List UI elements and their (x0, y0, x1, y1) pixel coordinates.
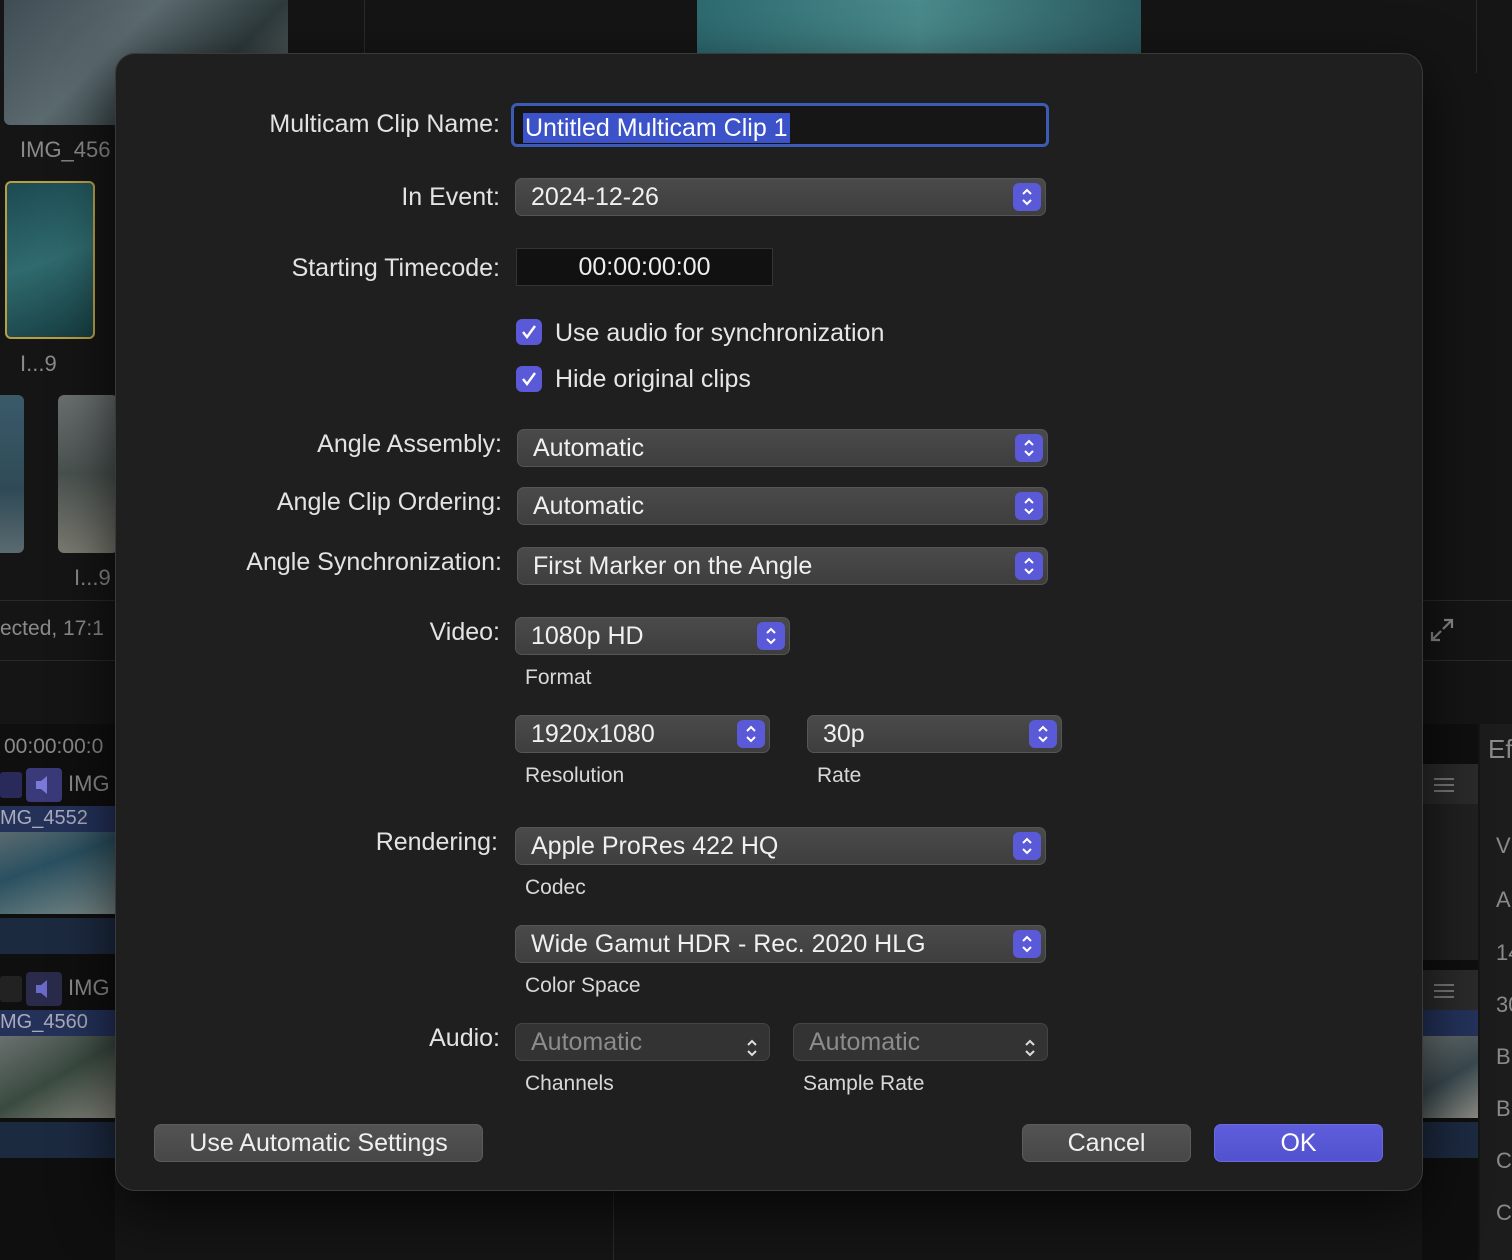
angle-assembly-popup[interactable]: Automatic (517, 429, 1048, 467)
new-multicam-clip-dialog: Multicam Clip Name: Untitled Multicam Cl… (115, 53, 1423, 1191)
cancel-button[interactable]: Cancel (1022, 1124, 1191, 1162)
format-value: 1080p HD (531, 622, 644, 650)
inspector-letter: B (1496, 1044, 1511, 1069)
sample-rate-caption: Sample Rate (803, 1072, 925, 1095)
clip-header-label: IMG (68, 771, 110, 796)
chevron-up-down-icon (757, 622, 785, 650)
menu-icon[interactable] (1434, 983, 1454, 1004)
chevron-up-down-icon (745, 1032, 759, 1068)
video-toggle-icon[interactable] (0, 772, 22, 798)
rate-value: 30p (823, 720, 865, 748)
clip-header-label: IMG (68, 975, 110, 1000)
sample-rate-value: Automatic (809, 1028, 921, 1056)
inspector-letter: C (1496, 1148, 1512, 1173)
format-caption: Format (525, 666, 592, 689)
angle-ordering-popup[interactable]: Automatic (517, 487, 1048, 525)
angle-sync-label: Angle Synchronization: (246, 548, 502, 576)
clip-name-selected-text: Untitled Multicam Clip 1 (523, 113, 790, 143)
inspector-tab[interactable]: Ef (1488, 734, 1512, 765)
audio-label: Audio: (429, 1024, 500, 1052)
rendering-label: Rendering: (375, 828, 498, 856)
angle-ordering-value: Automatic (533, 492, 645, 520)
inspector-letter: 14 (1496, 940, 1512, 965)
use-audio-label[interactable]: Use audio for synchronization (555, 319, 884, 348)
inspector-letter: A (1496, 887, 1511, 912)
chevron-up-down-icon (737, 720, 765, 748)
chevron-up-down-icon (1015, 434, 1043, 462)
audio-toggle-icon[interactable] (26, 972, 62, 1006)
browser-thumbnail[interactable] (0, 395, 24, 553)
browser-thumbnail-selected[interactable] (5, 181, 95, 339)
resolution-value: 1920x1080 (531, 720, 655, 748)
browser-clip-label: IMG_456 (20, 137, 111, 162)
use-automatic-settings-button[interactable]: Use Automatic Settings (154, 1124, 483, 1162)
color-space-popup[interactable]: Wide Gamut HDR - Rec. 2020 HLG (515, 925, 1046, 963)
timeline-timecode: 00:00:00:0 (4, 735, 104, 758)
timecode-field[interactable]: 00:00:00:00 (516, 248, 773, 286)
format-popup[interactable]: 1080p HD (515, 617, 790, 655)
chevron-up-down-icon (1013, 832, 1041, 860)
inspector-letter: B (1496, 1096, 1511, 1121)
event-label: In Event: (401, 183, 500, 211)
video-toggle-icon[interactable] (0, 976, 22, 1002)
channels-popup[interactable]: Automatic (515, 1023, 770, 1061)
rate-caption: Rate (817, 764, 862, 787)
chevron-up-down-icon (1013, 930, 1041, 958)
timeline-clip-thumbnail[interactable] (0, 1036, 115, 1118)
browser-clip-label: I...9 (74, 565, 111, 590)
hide-clips-checkbox[interactable] (516, 366, 542, 392)
event-popup[interactable]: 2024-12-26 (515, 178, 1046, 216)
viewer-preview (697, 0, 1141, 53)
codec-popup[interactable]: Apple ProRes 422 HQ (515, 827, 1046, 865)
chevron-up-down-icon (1023, 1032, 1037, 1068)
event-popup-value: 2024-12-26 (531, 183, 659, 211)
resolution-caption: Resolution (525, 764, 625, 787)
sample-rate-popup[interactable]: Automatic (793, 1023, 1048, 1061)
angle-assembly-value: Automatic (533, 434, 645, 462)
inspector-letter: V (1496, 833, 1511, 858)
clip-name-label: Multicam Clip Name: (269, 110, 500, 138)
inspector-letter: 30 (1496, 992, 1512, 1017)
codec-value: Apple ProRes 422 HQ (531, 832, 779, 860)
chevron-up-down-icon (1015, 552, 1043, 580)
chevron-up-down-icon (1029, 720, 1057, 748)
angle-sync-popup[interactable]: First Marker on the Angle (517, 547, 1048, 585)
chevron-up-down-icon (1013, 183, 1041, 211)
inspector-letter: C (1496, 1200, 1512, 1225)
color-space-value: Wide Gamut HDR - Rec. 2020 HLG (531, 930, 926, 958)
browser-thumbnail[interactable] (58, 395, 118, 553)
video-label: Video: (429, 618, 500, 646)
timeline-clip-thumbnail[interactable] (1422, 1036, 1478, 1118)
audio-toggle-icon[interactable] (26, 768, 62, 802)
menu-icon[interactable] (1434, 777, 1454, 798)
angle-ordering-label: Angle Clip Ordering: (276, 488, 502, 516)
ok-button[interactable]: OK (1214, 1124, 1383, 1162)
browser-clip-label: I...9 (20, 351, 57, 376)
rate-popup[interactable]: 30p (807, 715, 1062, 753)
clip-name-field[interactable]: Untitled Multicam Clip 1 (511, 103, 1049, 147)
codec-caption: Codec (525, 876, 586, 899)
timeline-clip-name: MG_4552 (0, 807, 88, 829)
timeline-clip-thumbnail[interactable] (0, 832, 115, 914)
color-space-caption: Color Space (525, 974, 641, 997)
timeline-clip-name: MG_4560 (0, 1011, 88, 1033)
use-audio-checkbox[interactable] (516, 319, 542, 345)
channels-caption: Channels (525, 1072, 614, 1095)
chevron-up-down-icon (1015, 492, 1043, 520)
timecode-label: Starting Timecode: (291, 254, 500, 282)
channels-value: Automatic (531, 1028, 643, 1056)
hide-clips-label[interactable]: Hide original clips (555, 365, 751, 394)
fullscreen-icon[interactable] (1428, 616, 1456, 649)
browser-status-text: ected, 17:1 (0, 617, 104, 640)
angle-assembly-label: Angle Assembly: (317, 430, 502, 458)
resolution-popup[interactable]: 1920x1080 (515, 715, 770, 753)
angle-sync-value: First Marker on the Angle (533, 552, 813, 580)
